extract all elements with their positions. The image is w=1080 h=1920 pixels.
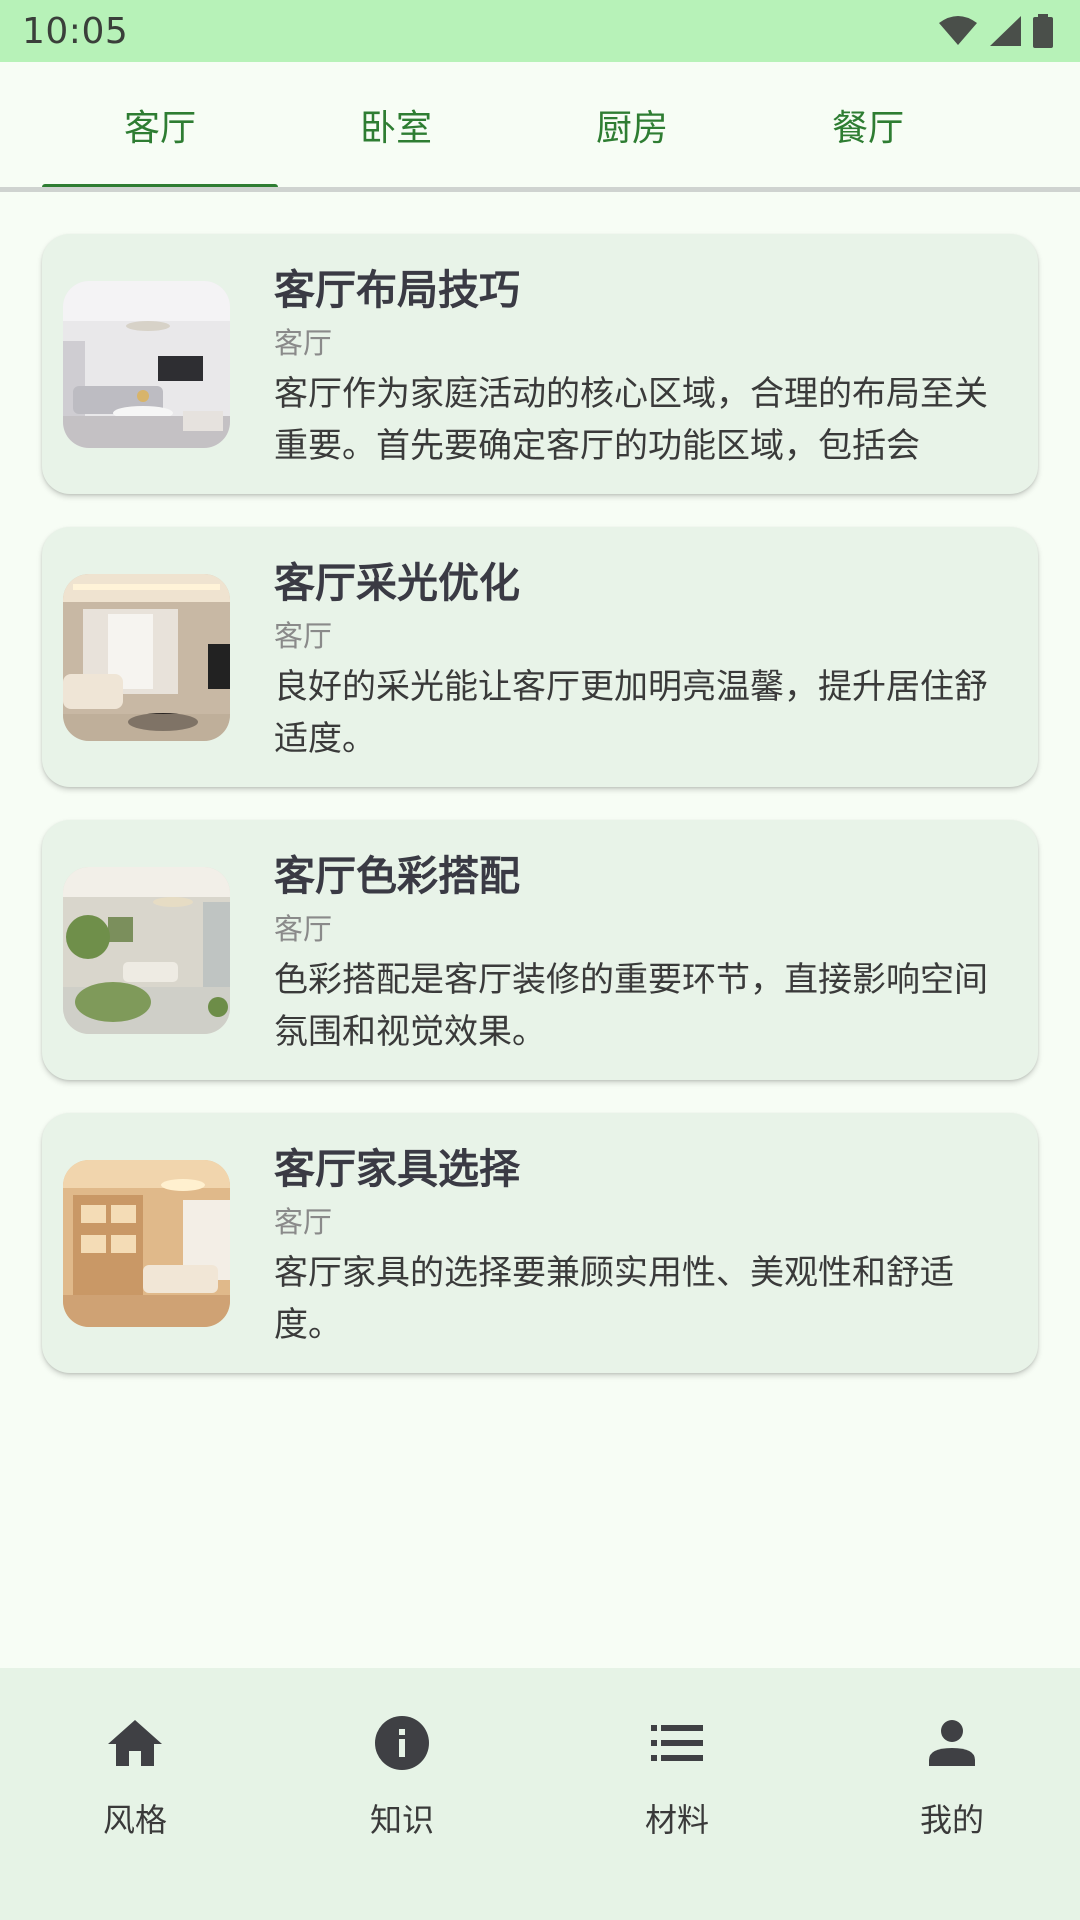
- article-list: 客厅布局技巧 客厅 客厅作为家庭活动的核心区域，合理的布局至关重要。首先要确定客…: [42, 234, 1038, 1406]
- article-category: 客厅: [274, 326, 333, 360]
- nav-profile[interactable]: 我的: [817, 1668, 1080, 1868]
- nav-label: 我的: [919, 1801, 984, 1839]
- article-title: 客厅家具选择: [274, 1145, 520, 1193]
- article-description: 良好的采光能让客厅更加明亮温馨，提升居住舒适度。: [274, 667, 988, 759]
- article-card[interactable]: 客厅色彩搭配 客厅 色彩搭配是客厅装修的重要环节，直接影响空间氛围和视觉效果。: [42, 820, 1038, 1080]
- tab-label: 厨房: [595, 107, 668, 149]
- article-thumbnail: [63, 281, 230, 448]
- info-icon: [372, 1713, 432, 1773]
- article-card[interactable]: 客厅采光优化 客厅 良好的采光能让客厅更加明亮温馨，提升居住舒适度。: [42, 527, 1038, 787]
- tab-bedroom[interactable]: 卧室: [278, 62, 514, 187]
- article-category: 客厅: [274, 619, 333, 653]
- article-title: 客厅采光优化: [274, 559, 520, 607]
- article-title: 客厅色彩搭配: [274, 852, 520, 900]
- tab-living-room[interactable]: 客厅: [42, 62, 278, 187]
- status-bar: 10:05: [0, 0, 1080, 62]
- article-title: 客厅布局技巧: [274, 266, 520, 314]
- nav-label: 风格: [102, 1801, 167, 1839]
- article-thumbnail: [63, 867, 230, 1034]
- article-card[interactable]: 客厅布局技巧 客厅 客厅作为家庭活动的核心区域，合理的布局至关重要。首先要确定客…: [42, 234, 1038, 494]
- tab-dining-room[interactable]: 餐厅: [750, 62, 986, 187]
- signal-icon: [990, 16, 1021, 46]
- category-tab-bar: 客厅 卧室 厨房 餐厅 卫: [0, 62, 1080, 192]
- article-thumbnail: [63, 1160, 230, 1327]
- article-category: 客厅: [274, 1205, 333, 1239]
- tab-kitchen[interactable]: 厨房: [514, 62, 750, 187]
- list-icon: [647, 1713, 707, 1773]
- nav-style[interactable]: 风格: [0, 1668, 270, 1868]
- article-card[interactable]: 客厅家具选择 客厅 客厅家具的选择要兼顾实用性、美观性和舒适度。: [42, 1113, 1038, 1373]
- tab-label: 餐厅: [831, 107, 904, 149]
- nav-label: 材料: [644, 1801, 709, 1839]
- article-thumbnail: [63, 574, 230, 741]
- article-category: 客厅: [274, 912, 333, 946]
- battery-icon: [1033, 14, 1053, 48]
- person-icon: [922, 1713, 982, 1773]
- bottom-navigation: 风格 知识 材料 我的: [0, 1668, 1080, 1920]
- nav-materials[interactable]: 材料: [542, 1668, 812, 1868]
- article-description: 客厅家具的选择要兼顾实用性、美观性和舒适度。: [274, 1253, 954, 1345]
- tab-label: 卧室: [359, 107, 432, 149]
- status-icons: [938, 14, 1054, 48]
- article-description: 色彩搭配是客厅装修的重要环节，直接影响空间氛围和视觉效果。: [274, 960, 988, 1052]
- article-description: 客厅作为家庭活动的核心区域，合理的布局至关重要。首先要确定客厅的功能区域，包括会: [274, 374, 988, 466]
- wifi-icon: [939, 16, 977, 45]
- status-time: 10:05: [22, 10, 129, 52]
- nav-knowledge[interactable]: 知识: [267, 1668, 537, 1868]
- tab-bathroom[interactable]: 卫: [986, 62, 1080, 187]
- nav-label: 知识: [369, 1801, 434, 1839]
- tab-label: 客厅: [123, 107, 196, 149]
- home-icon: [105, 1713, 165, 1773]
